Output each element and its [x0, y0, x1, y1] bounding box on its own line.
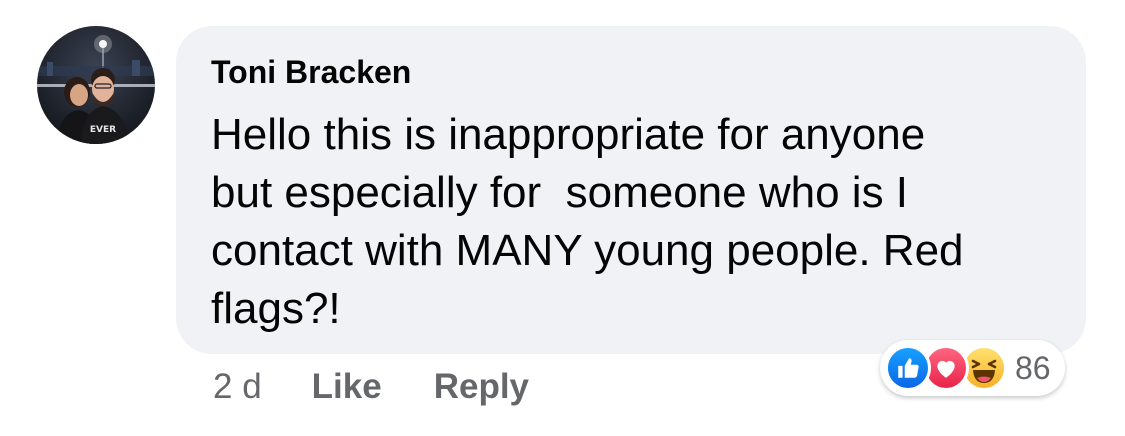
reaction-count: 86	[1015, 349, 1051, 386]
avatar-shirt-text: EVER	[90, 125, 116, 135]
comment-text: Hello this is inappropriate for anyone b…	[211, 110, 964, 333]
comment-bubble: Toni Bracken Hello this is inappropriate…	[176, 26, 1086, 354]
like-icon	[885, 345, 931, 391]
reply-button[interactable]: Reply	[434, 367, 529, 407]
avatar-photo: EVER	[37, 35, 155, 144]
avatar[interactable]: EVER	[37, 26, 155, 144]
reactions-summary[interactable]: 86	[880, 340, 1065, 396]
comment-timestamp[interactable]: 2 d	[213, 367, 262, 407]
comment: EVER Toni Bracken Hello this is inapprop…	[0, 0, 1125, 436]
like-button[interactable]: Like	[312, 367, 382, 407]
comment-author[interactable]: Toni Bracken	[211, 54, 411, 91]
comment-actions: 2 d Like Reply	[213, 362, 581, 412]
